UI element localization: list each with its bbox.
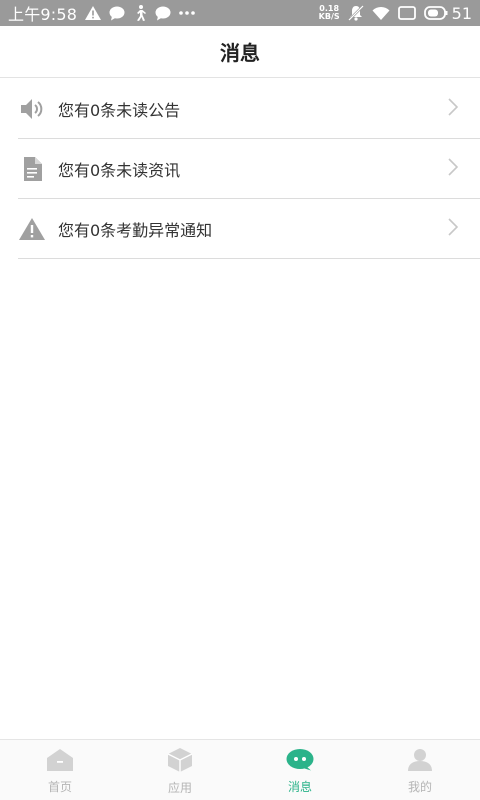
document-icon <box>18 155 46 183</box>
battery-icon <box>423 6 448 20</box>
walking-icon <box>133 5 147 21</box>
nav-label: 我的 <box>407 780 432 794</box>
list-item-label: 您有0条未读资讯 <box>58 160 181 180</box>
more-dots-icon <box>179 11 195 15</box>
status-time: 上午9:58 <box>8 5 78 24</box>
nav-label: 应用 <box>167 781 192 795</box>
nav-item-me[interactable]: 我的 <box>360 740 480 800</box>
bottom-nav: 首页 应用 消息 我的 <box>0 739 480 800</box>
nav-item-messages[interactable]: 消息 <box>240 740 360 800</box>
list-item-label: 您有0条考勤异常通知 <box>58 220 213 240</box>
nav-item-apps[interactable]: 应用 <box>120 740 240 800</box>
chevron-right-icon <box>448 217 459 240</box>
nav-item-home[interactable]: 首页 <box>0 740 120 800</box>
chevron-right-icon <box>448 157 459 180</box>
nav-label: 首页 <box>47 780 72 794</box>
wifi-icon <box>372 6 390 20</box>
speaker-icon <box>18 95 46 123</box>
warning-icon <box>18 215 46 243</box>
header: 消息 <box>0 26 480 78</box>
chat-icon <box>155 6 171 21</box>
status-bar: 上午9:58 0.18 KB/S 51 <box>0 0 480 26</box>
chevron-right-icon <box>448 97 459 120</box>
chat-icon <box>109 6 125 21</box>
net-speed-unit: KB/S <box>318 12 340 21</box>
home-icon <box>47 749 73 775</box>
mute-icon <box>347 5 364 21</box>
list-item-label: 您有0条未读公告 <box>58 100 181 120</box>
list-item-attendance[interactable]: 您有0条考勤异常通知 <box>18 199 480 259</box>
chat-bubble-icon <box>286 749 314 775</box>
page-title: 消息 <box>220 41 260 65</box>
battery-level: 51 <box>451 3 472 23</box>
screen-icon <box>397 6 416 20</box>
list-item-news[interactable]: 您有0条未读资讯 <box>18 139 480 199</box>
list-item-announcements[interactable]: 您有0条未读公告 <box>18 79 480 139</box>
status-bar-left: 上午9:58 <box>8 1 195 25</box>
warning-icon <box>85 6 102 20</box>
messages-screen: 上午9:58 0.18 KB/S 51 消息 您有0条未读公告 您有0条未读资讯… <box>0 0 480 800</box>
battery: 51 <box>423 3 472 23</box>
cube-icon <box>167 748 193 776</box>
net-speed: 0.18 KB/S <box>319 5 340 21</box>
person-icon <box>408 749 432 775</box>
message-list: 您有0条未读公告 您有0条未读资讯 您有0条考勤异常通知 <box>18 79 480 259</box>
nav-label: 消息 <box>287 780 312 794</box>
status-bar-right: 0.18 KB/S 51 <box>319 4 472 23</box>
